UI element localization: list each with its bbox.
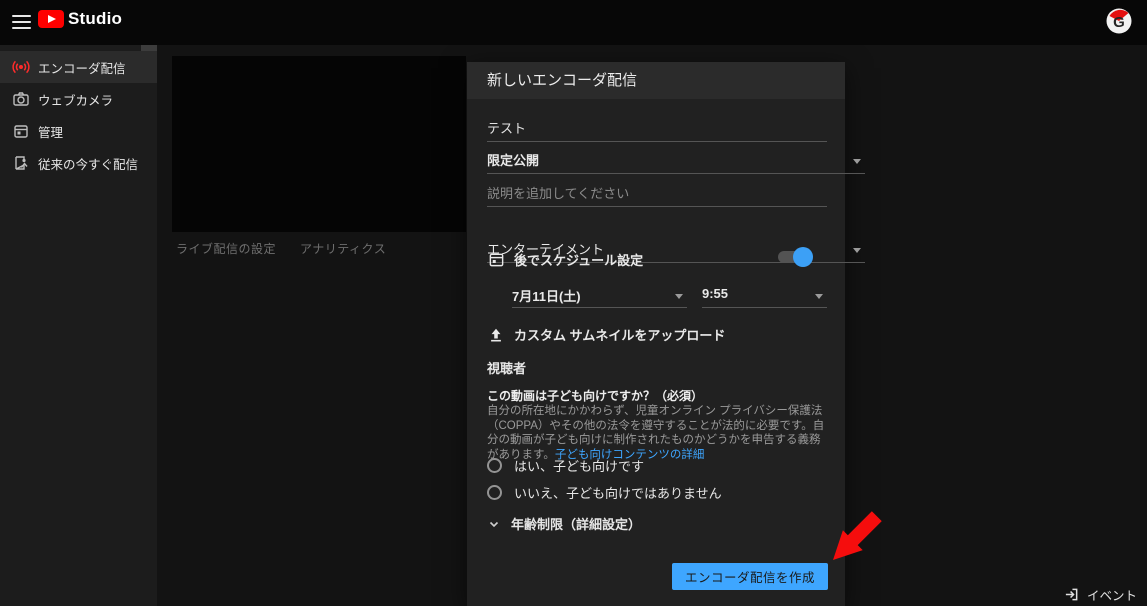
- stream-title-input[interactable]: テスト: [487, 118, 827, 142]
- visibility-value: 限定公開: [487, 153, 539, 168]
- dialog-title: 新しいエンコーダ配信: [467, 62, 845, 99]
- radio-no-label: いいえ、子ども向けではありません: [514, 483, 722, 502]
- stream-preview-placeholder: [172, 56, 466, 232]
- create-encoder-stream-button[interactable]: エンコーダ配信を作成: [672, 563, 828, 590]
- sidebar-item-classic-stream[interactable]: 従来の今すぐ配信: [0, 147, 157, 179]
- kids-notice: 自分の所在地にかかわらず、児童オンライン プライバシー保護法（COPPA）やその…: [487, 404, 828, 462]
- chevron-down-icon: [815, 294, 823, 299]
- radio-made-for-kids-yes[interactable]: はい、子ども向けです: [487, 456, 827, 475]
- sidebar-item-label: 管理: [38, 122, 63, 141]
- top-bar: Studio G: [0, 0, 1147, 45]
- kids-question: この動画は子ども向けですか？（必須）: [487, 387, 827, 404]
- tab-stream-settings[interactable]: ライブ配信の設定: [176, 240, 276, 257]
- tab-analytics[interactable]: アナリティクス: [300, 240, 386, 257]
- sidebar-item-label: ウェブカメラ: [38, 90, 113, 109]
- age-restriction-expander[interactable]: 年齢制限（詳細設定）: [487, 514, 827, 533]
- sidebar-item-manage[interactable]: 管理: [0, 115, 157, 147]
- schedule-label: 後でスケジュール設定: [514, 250, 643, 269]
- chevron-down-icon: [675, 294, 683, 299]
- studio-logo[interactable]: Studio: [38, 9, 122, 29]
- event-label: イベント: [1087, 585, 1137, 604]
- calendar-icon: [487, 251, 505, 269]
- schedule-toggle[interactable]: [776, 247, 813, 267]
- radio-yes-label: はい、子ども向けです: [514, 456, 644, 475]
- sidebar-item-encoder-stream[interactable]: エンコーダ配信: [0, 51, 157, 83]
- enter-event-icon: [1064, 587, 1079, 602]
- radio-made-for-kids-no[interactable]: いいえ、子ども向けではありません: [487, 483, 827, 502]
- audience-section-label: 視聴者: [487, 358, 827, 377]
- radio-icon: [487, 485, 502, 500]
- chevron-down-icon: [853, 248, 861, 253]
- time-select[interactable]: 9:55: [702, 286, 827, 308]
- event-button[interactable]: イベント: [1064, 585, 1137, 604]
- background-tabs: ライブ配信の設定 アナリティクス: [176, 240, 386, 257]
- send-feedback-button[interactable]: ! フィードバックを送信: [0, 592, 157, 606]
- description-input[interactable]: 説明を追加してください: [487, 183, 827, 207]
- visibility-select[interactable]: 限定公開: [487, 150, 865, 174]
- date-select[interactable]: 7月11日(土): [512, 286, 687, 308]
- toggle-thumb: [793, 247, 813, 267]
- classic-stream-exit-icon: [12, 154, 30, 172]
- youtube-play-icon: [38, 10, 64, 28]
- chevron-down-icon: [487, 517, 501, 531]
- brand-text: Studio: [68, 9, 122, 29]
- youtube-studio-screen: Studio G エンコーダ配信: [0, 0, 1147, 606]
- sidebar-item-label: 従来の今すぐ配信: [38, 154, 138, 173]
- upload-thumbnail-label: カスタム サムネイルをアップロード: [514, 325, 725, 344]
- time-value: 9:55: [702, 286, 728, 301]
- schedule-row: 後でスケジュール設定: [487, 250, 827, 269]
- upload-icon: [487, 326, 505, 344]
- radio-icon: [487, 458, 502, 473]
- age-restriction-label: 年齢制限（詳細設定）: [511, 514, 641, 533]
- chevron-down-icon: [853, 159, 861, 164]
- sidebar: エンコーダ配信 ウェブカメラ: [0, 45, 157, 606]
- date-value: 7月11日(土): [512, 289, 581, 304]
- sidebar-item-label: エンコーダ配信: [38, 58, 126, 77]
- hamburger-menu-icon[interactable]: [12, 15, 31, 29]
- sidebar-item-webcam[interactable]: ウェブカメラ: [0, 83, 157, 115]
- annotation-arrow-icon: [823, 498, 893, 573]
- new-encoder-stream-dialog: 新しいエンコーダ配信 テスト 限定公開 説明を追加してください エンターテイメン…: [467, 62, 845, 606]
- g-avatar-icon[interactable]: G: [1105, 7, 1133, 35]
- calendar-manage-icon: [12, 122, 30, 140]
- svg-text:G: G: [1113, 14, 1125, 31]
- broadcast-icon: [12, 58, 30, 76]
- camera-icon: [12, 90, 30, 108]
- upload-thumbnail-button[interactable]: カスタム サムネイルをアップロード: [487, 325, 827, 344]
- description-placeholder: 説明を追加してください: [487, 186, 629, 201]
